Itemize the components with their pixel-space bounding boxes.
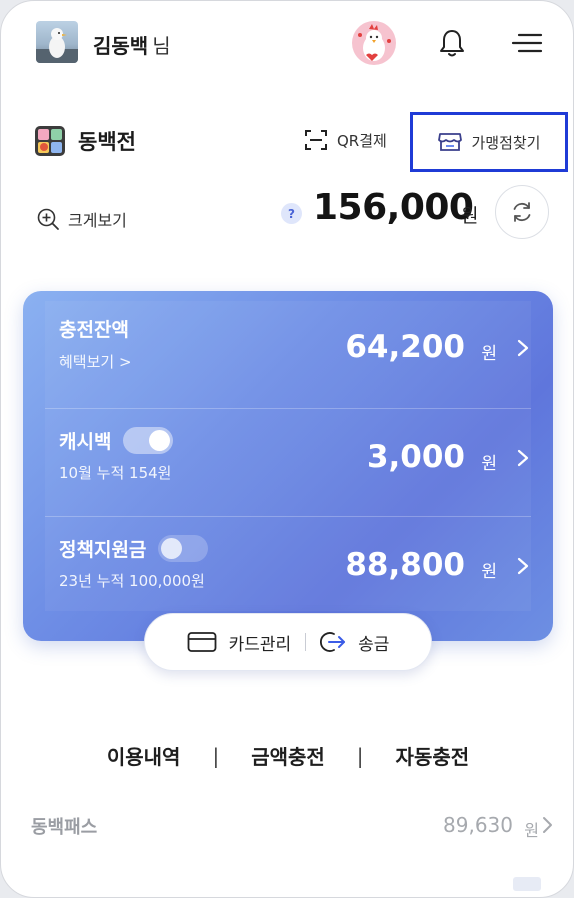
charge-link[interactable]: 금액충전 xyxy=(251,741,325,770)
credit-card-icon xyxy=(187,632,216,652)
policy-support-row[interactable]: 정책지원금 23년 누적 100,000원 88,800 원 xyxy=(45,516,531,616)
cashback-amount: 3,000 xyxy=(366,439,465,475)
policy-support-sub: 23년 누적 100,000원 xyxy=(59,572,205,590)
transfer-label: 송금 xyxy=(358,634,390,655)
policy-support-toggle[interactable] xyxy=(158,535,209,562)
row-label: 캐시백 xyxy=(59,427,174,454)
store-find-button[interactable]: 가맹점찾기 xyxy=(410,112,568,172)
benefit-link[interactable]: 혜택보기 > xyxy=(59,351,132,372)
chevron-right-icon xyxy=(517,557,529,575)
qr-pay-label: QR결제 xyxy=(337,131,387,150)
charge-balance-unit: 원 xyxy=(481,344,497,364)
cashback-unit: 원 xyxy=(481,454,497,474)
qr-pay-button[interactable]: QR결제 xyxy=(304,129,387,151)
top-header: 김동백 님 xyxy=(1,1,573,87)
refresh-icon xyxy=(513,202,531,222)
row-label: 충전잔액 xyxy=(59,315,129,342)
card-action-pill: 카드관리 송금 xyxy=(144,613,432,671)
card-manage-button[interactable]: 카드관리 xyxy=(173,630,306,655)
wallet-name: 동백전 xyxy=(78,130,136,154)
character-icon[interactable] xyxy=(352,21,396,65)
cashback-label: 캐시백 xyxy=(59,431,112,453)
card-manage-label: 카드관리 xyxy=(228,634,292,655)
cashback-row[interactable]: 캐시백 10월 누적 154원 3,000 원 xyxy=(45,408,531,508)
menu-separator: | xyxy=(356,743,364,768)
bell-icon[interactable] xyxy=(432,23,472,63)
balance-help-icon[interactable]: ? xyxy=(281,203,302,224)
cashback-sub: 10월 누적 154원 xyxy=(59,464,172,482)
zoom-button[interactable]: 크게보기 xyxy=(36,207,127,231)
refresh-button[interactable] xyxy=(495,185,549,239)
policy-support-label: 정책지원금 xyxy=(59,539,147,561)
content-peek xyxy=(513,877,541,891)
greeting: 김동백 님 xyxy=(93,30,171,59)
auto-charge-link[interactable]: 자동충전 xyxy=(396,741,470,770)
pass-unit: 원 xyxy=(524,821,539,840)
row-label: 정책지원금 xyxy=(59,535,209,562)
cashback-toggle[interactable] xyxy=(123,427,174,454)
policy-support-unit: 원 xyxy=(481,562,497,582)
total-balance-unit: 원 xyxy=(461,205,479,227)
charge-balance-row[interactable]: 충전잔액 혜택보기 > 64,200 원 xyxy=(45,301,531,401)
store-icon xyxy=(438,133,463,151)
user-suffix: 님 xyxy=(152,34,171,58)
menu-separator: | xyxy=(212,743,220,768)
usage-history-link[interactable]: 이용내역 xyxy=(107,741,181,770)
wallet-title: 동백전 xyxy=(34,125,136,157)
pass-amount: 89,630 xyxy=(443,813,513,837)
charge-balance-amount: 64,200 xyxy=(345,329,465,365)
policy-support-amount: 88,800 xyxy=(345,547,465,583)
qr-scan-icon xyxy=(305,130,327,150)
charge-balance-label: 충전잔액 xyxy=(59,319,129,341)
pass-row[interactable]: 동백패스 89,630 원 xyxy=(31,811,552,841)
avatar[interactable] xyxy=(36,21,78,63)
transfer-button[interactable]: 송금 xyxy=(306,630,403,655)
wallet-logo-icon xyxy=(34,125,66,157)
zoom-label: 크게보기 xyxy=(68,211,127,230)
zoom-in-icon xyxy=(37,208,59,230)
total-balance: 156,000 xyxy=(313,187,474,228)
sub-menu: 이용내역 | 금액충전 | 자동충전 xyxy=(1,741,573,770)
chevron-right-icon xyxy=(543,817,552,833)
user-name: 김동백 xyxy=(93,34,149,58)
chevron-right-icon xyxy=(517,449,529,467)
store-find-label: 가맹점찾기 xyxy=(471,133,541,152)
pass-name: 동백패스 xyxy=(31,817,98,838)
chevron-right-icon xyxy=(517,339,529,357)
balance-card-inner: 충전잔액 혜택보기 > 64,200 원 캐시백 10월 누적 154원 3,0… xyxy=(45,301,531,611)
app-screen: 김동백 님 동백전 QR결제 가맹점찾기 크게보기 ? 156,000 원 충전… xyxy=(0,0,574,898)
transfer-icon xyxy=(320,632,346,652)
menu-icon[interactable] xyxy=(507,23,547,63)
balance-card: 충전잔액 혜택보기 > 64,200 원 캐시백 10월 누적 154원 3,0… xyxy=(23,291,553,641)
